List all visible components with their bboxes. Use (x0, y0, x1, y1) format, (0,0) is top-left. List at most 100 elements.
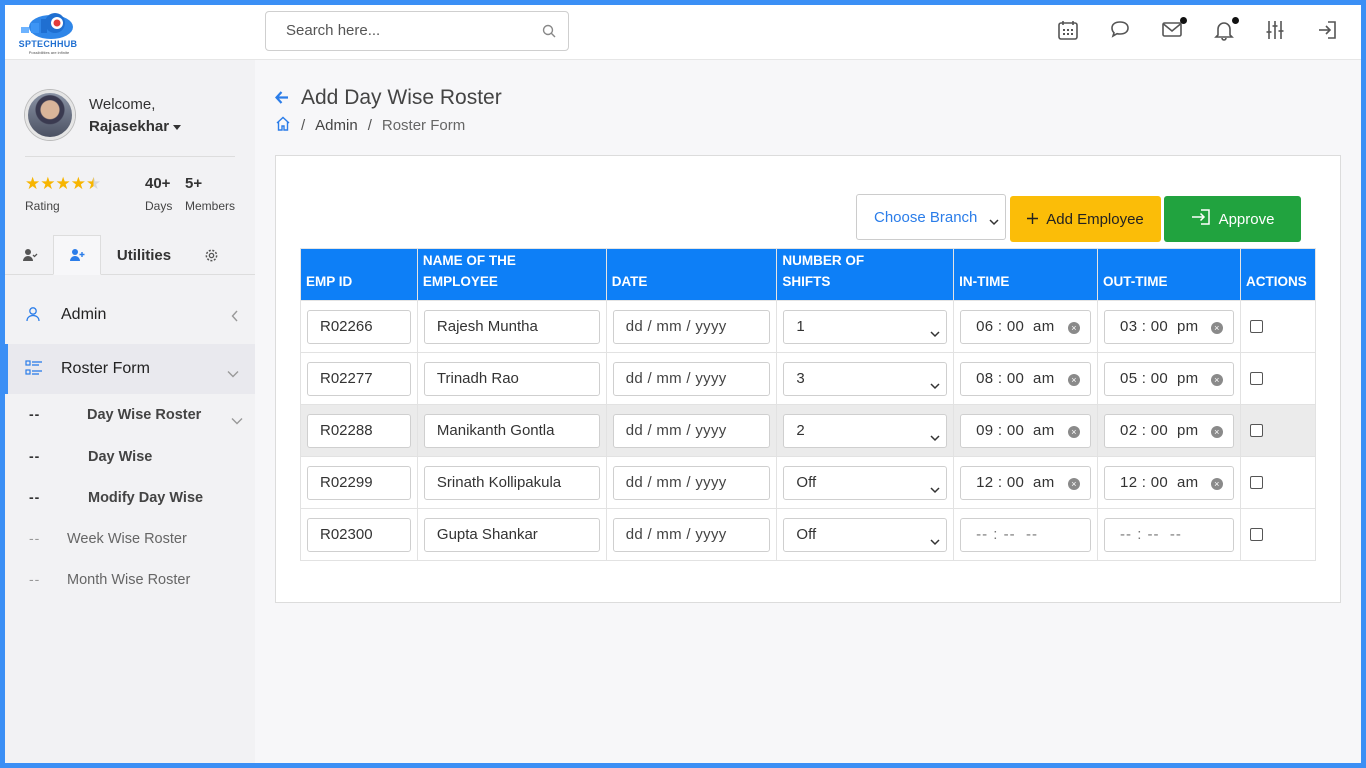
cell-out-time: 05 : 00 pm × (1097, 352, 1241, 405)
col-shifts: NUMBER OF SHIFTS (776, 248, 955, 301)
submenu-day-wise-roster-label: Day Wise Roster (87, 407, 202, 423)
out-time-field[interactable]: 03 : 00 pm × (1104, 309, 1234, 344)
menu-item-roster-form[interactable]: Roster Form (5, 344, 255, 394)
row-checkbox[interactable] (1249, 528, 1263, 541)
shifts-select[interactable]: 3 (783, 361, 948, 396)
submenu-modify-day-wise[interactable]: -- Modify Day Wise (5, 485, 255, 515)
submenu-day-wise-roster[interactable]: -- Day Wise Roster (5, 402, 255, 432)
shifts-select[interactable]: Off (783, 465, 948, 500)
home-icon[interactable] (275, 116, 291, 135)
emp-id-field[interactable]: R02300 (307, 517, 411, 552)
brand-logo[interactable]: SPTECHHUB Possibilities are infinite (13, 9, 83, 57)
employee-name-field[interactable]: Manikanth Gontla (423, 413, 600, 448)
date-field[interactable]: dd / mm / yyyy (612, 309, 771, 344)
tab-settings[interactable] (191, 235, 231, 275)
mail-badge-dot (1180, 17, 1187, 24)
mail-icon[interactable] (1161, 17, 1187, 43)
out-time-field[interactable]: 02 : 00 pm × (1104, 413, 1234, 448)
user-check-icon (23, 249, 38, 261)
brand-tagline: Possibilities are infinite (28, 50, 70, 55)
employee-name-field[interactable]: Srinath Kollipakula (423, 465, 600, 500)
star-icon: ★ (25, 174, 41, 193)
emp-id-field[interactable]: R02299 (307, 465, 411, 500)
emp-id-field[interactable]: R02288 (307, 413, 411, 448)
clear-icon[interactable]: × (1210, 425, 1223, 438)
brand-name: SPTECHHUB (18, 39, 78, 49)
list-check-icon (25, 360, 43, 381)
search-input[interactable] (286, 22, 526, 39)
clear-icon[interactable]: × (1068, 373, 1081, 386)
sliders-icon[interactable] (1264, 19, 1288, 43)
in-time-field[interactable]: 08 : 00 am × (960, 361, 1092, 396)
bell-icon[interactable] (1213, 17, 1239, 43)
clear-icon[interactable]: × (1210, 477, 1223, 490)
submenu-month-wise-roster[interactable]: -- Month Wise Roster (5, 567, 255, 597)
breadcrumb-admin[interactable]: Admin (315, 117, 358, 134)
clear-icon[interactable]: × (1210, 373, 1223, 386)
tab-utilities-label: Utilities (116, 246, 172, 264)
employee-name-field[interactable]: Gupta Shankar (423, 517, 600, 552)
cell-shifts: 2 (776, 404, 955, 457)
out-time-value: 12 : 00 am (1120, 474, 1199, 491)
clear-icon[interactable]: × (1068, 425, 1081, 438)
row-checkbox[interactable] (1249, 476, 1263, 489)
submenu-day-wise[interactable]: -- Day Wise (5, 444, 255, 474)
search-box[interactable] (265, 11, 569, 51)
back-arrow-icon[interactable] (275, 91, 289, 109)
in-time-field[interactable]: 12 : 00 am × (960, 465, 1092, 500)
in-time-field[interactable]: 09 : 00 am × (960, 413, 1092, 448)
shifts-select[interactable]: 1 (783, 309, 948, 344)
plus-icon (1027, 211, 1039, 228)
menu-item-admin[interactable]: Admin (5, 290, 255, 340)
emp-id-field[interactable]: R02266 (307, 309, 411, 344)
date-field[interactable]: dd / mm / yyyy (612, 413, 771, 448)
shifts-select[interactable]: 2 (783, 413, 948, 448)
col-shifts-line1: NUMBER OF (782, 253, 865, 268)
in-time-value: 06 : 00 am (976, 318, 1055, 335)
date-field[interactable]: dd / mm / yyyy (612, 361, 771, 396)
col-shifts-line2: SHIFTS (782, 274, 831, 289)
approve-button[interactable]: Approve (1164, 196, 1301, 242)
in-time-field[interactable]: -- : -- -- (960, 517, 1092, 552)
date-field[interactable]: dd / mm / yyyy (612, 517, 771, 552)
add-employee-button[interactable]: Add Employee (1010, 196, 1161, 242)
row-checkbox[interactable] (1249, 372, 1263, 385)
row-checkbox[interactable] (1249, 320, 1263, 333)
calendar-icon[interactable] (1057, 19, 1081, 43)
search-icon[interactable] (542, 24, 556, 43)
cell-actions (1239, 508, 1317, 561)
cell-emp-id: R02299 (300, 456, 418, 509)
user-menu-toggle[interactable]: Rajasekhar (89, 118, 182, 135)
submenu-week-wise-roster[interactable]: -- Week Wise Roster (5, 526, 255, 556)
employee-name-field[interactable]: Trinadh Rao (423, 361, 600, 396)
branch-select-value: Choose Branch (874, 208, 978, 226)
clear-icon[interactable]: × (1068, 477, 1081, 490)
cell-actions (1239, 404, 1317, 457)
shifts-select[interactable]: Off (783, 517, 948, 552)
row-checkbox[interactable] (1249, 424, 1263, 437)
menu-admin-label: Admin (61, 306, 107, 323)
in-time-field[interactable]: 06 : 00 am × (960, 309, 1092, 344)
tab-user-check[interactable] (10, 235, 50, 275)
out-time-field[interactable]: 05 : 00 pm × (1104, 361, 1234, 396)
col-in-time: IN-TIME (953, 248, 1099, 301)
out-time-field[interactable]: -- : -- -- (1104, 517, 1234, 552)
tab-user-add[interactable] (53, 235, 101, 275)
clear-icon[interactable]: × (1210, 321, 1223, 334)
chevron-down-icon (231, 412, 243, 430)
cell-shifts: Off (776, 456, 955, 509)
cell-out-time: 03 : 00 pm × (1097, 300, 1241, 353)
logout-icon[interactable] (1316, 19, 1340, 43)
tab-utilities[interactable]: Utilities (109, 235, 179, 275)
chat-icon[interactable] (1109, 19, 1133, 43)
out-time-field[interactable]: 12 : 00 am × (1104, 465, 1234, 500)
employee-name-field[interactable]: Rajesh Muntha (423, 309, 600, 344)
clear-icon[interactable]: × (1068, 321, 1081, 334)
gear-icon (205, 249, 217, 261)
branch-select[interactable]: Choose Branch (856, 194, 1006, 240)
welcome-text: Welcome, (89, 96, 156, 113)
emp-id-field[interactable]: R02277 (307, 361, 411, 396)
date-field[interactable]: dd / mm / yyyy (612, 465, 771, 500)
cloud-logo-icon (21, 13, 73, 39)
avatar[interactable] (25, 90, 75, 140)
